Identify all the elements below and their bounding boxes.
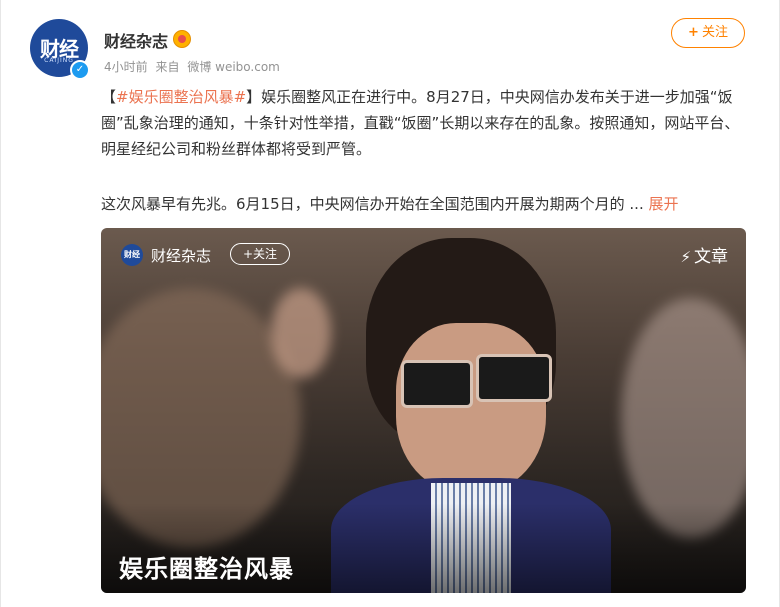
- bracket-close: 】: [246, 88, 262, 106]
- follow-label: 关注: [701, 25, 728, 40]
- card-author-name[interactable]: 财经杂志: [151, 245, 211, 266]
- hashtag-link[interactable]: #娱乐圈整治风暴#: [116, 88, 246, 106]
- weibo-post-card: 财经 CAIJING ✓ 财经杂志 4小时前 来自 微博 weibo.com +…: [0, 0, 780, 607]
- member-medal-icon[interactable]: [173, 30, 191, 48]
- sunglasses-right-lens: [476, 354, 552, 402]
- crowd-blur-right: [621, 298, 746, 538]
- post-text-paragraph-2: 这次风暴早有先兆。6月15日，中央网信办开始在全国范围内开展为期两个月的 ...…: [101, 191, 749, 217]
- lightning-icon: ⚡: [680, 248, 691, 266]
- article-title[interactable]: 娱乐圈整治风暴: [119, 549, 294, 584]
- paragraph-2-body: 这次风暴早有先兆。6月15日，中央网信办开始在全国范围内开展为期两个月的: [101, 195, 625, 213]
- card-follow-label: 关注: [253, 247, 278, 261]
- verified-badge-icon: ✓: [70, 60, 90, 80]
- post-source: 微博 weibo.com: [187, 60, 280, 74]
- post-meta: 4小时前 来自 微博 weibo.com: [104, 58, 284, 75]
- article-label: 文章: [694, 247, 728, 267]
- post-text-paragraph-1: 【#娱乐圈整治风暴#】娱乐圈整风正在进行中。8月27日，中央网信办发布关于进一步…: [101, 84, 749, 162]
- article-card[interactable]: 财经 财经杂志 +关注 ⚡ 文章 娱乐圈整治风暴: [101, 228, 746, 593]
- raised-hand-blur: [271, 288, 331, 378]
- author-name[interactable]: 财经杂志: [104, 28, 168, 52]
- follow-button[interactable]: + 关注: [671, 18, 745, 48]
- plus-icon: +: [688, 25, 699, 40]
- card-author-avatar[interactable]: 财经: [121, 244, 143, 266]
- bracket-open: 【: [101, 88, 117, 106]
- card-follow-button[interactable]: +关注: [230, 243, 290, 265]
- expand-link[interactable]: 展开: [648, 195, 678, 213]
- sunglasses-left-lens: [401, 360, 473, 408]
- face-shape: [396, 323, 546, 493]
- source-prefix: 来自: [155, 60, 180, 74]
- post-time[interactable]: 4小时前: [104, 60, 148, 74]
- card-plus-icon: +: [242, 247, 254, 261]
- article-indicator: ⚡ 文章: [680, 242, 728, 267]
- ellipsis: ...: [624, 195, 649, 213]
